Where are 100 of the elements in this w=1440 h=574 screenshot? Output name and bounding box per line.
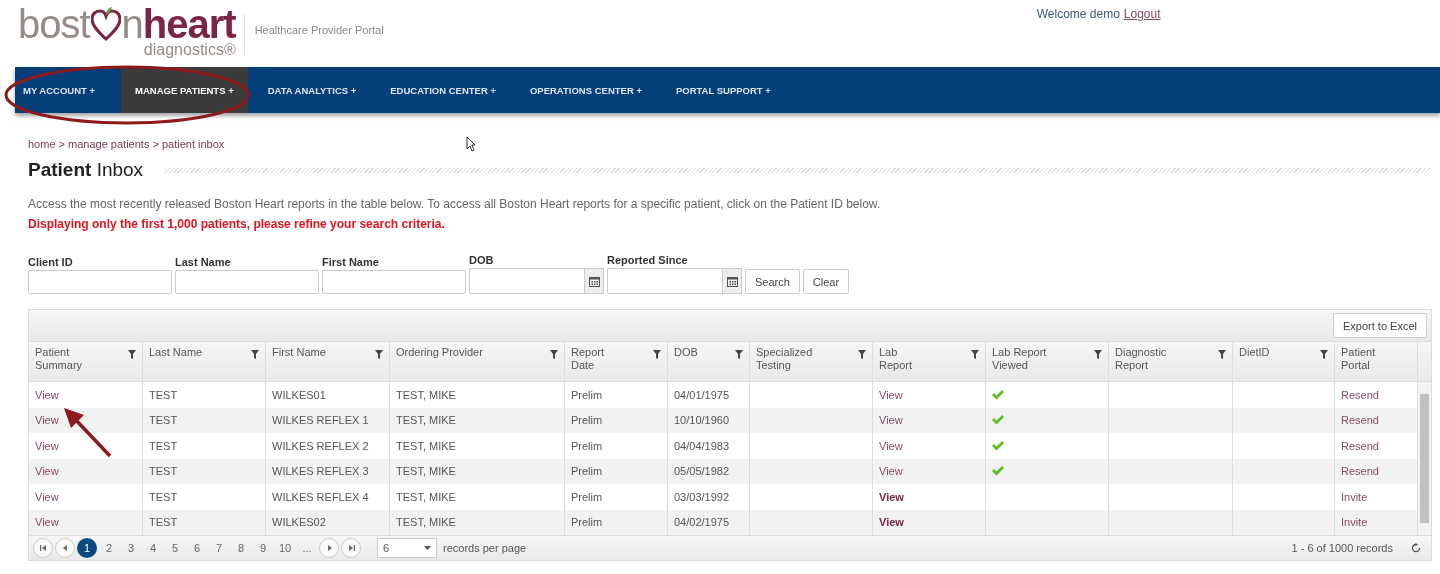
portal-link[interactable]: Resend: [1341, 439, 1379, 452]
column-header[interactable]: Patient Portal: [1335, 342, 1418, 381]
calendar-button[interactable]: [722, 268, 742, 294]
table-cell: WILKES02: [272, 516, 326, 529]
filter-icon[interactable]: [251, 350, 259, 359]
calendar-icon[interactable]: [726, 275, 738, 287]
column-header[interactable]: Specialized Testing: [750, 342, 873, 381]
view-link[interactable]: View: [35, 465, 59, 478]
last-page-button[interactable]: [341, 538, 361, 558]
column-header[interactable]: Ordering Provider: [390, 342, 565, 381]
nav-tab[interactable]: DATA ANALYTICS +: [259, 67, 371, 113]
view-link[interactable]: View: [879, 388, 903, 401]
export-button[interactable]: Export to Excel: [1333, 313, 1427, 338]
table-cell: TEST: [149, 414, 178, 427]
portal-link[interactable]: Invite: [1341, 516, 1368, 529]
nav-tab[interactable]: MY ACCOUNT +: [15, 67, 110, 113]
table-cell: 04/02/1975: [674, 516, 730, 529]
input-field[interactable]: [322, 270, 466, 294]
logout-link[interactable]: Logout: [1123, 7, 1161, 21]
last-page-icon[interactable]: [347, 545, 355, 551]
intro-text: Access the most recently released Boston Heart reports in the table below. To access all Boston Heart reports for a specific patient, click on the Patient ID below.: [28, 197, 882, 211]
view-link[interactable]: View: [879, 516, 904, 529]
filter-icon[interactable]: [375, 350, 383, 359]
column-header[interactable]: Last Name: [143, 342, 266, 381]
table-cell: 04/01/1975: [674, 388, 730, 401]
view-link[interactable]: View: [35, 516, 59, 529]
portal-link[interactable]: Invite: [1341, 490, 1368, 503]
page-button[interactable]: 7: [209, 538, 229, 558]
view-link[interactable]: View: [879, 439, 903, 452]
filter-icon[interactable]: [1218, 350, 1226, 359]
caret-icon[interactable]: [424, 546, 431, 550]
column-header[interactable]: Patient Summary: [29, 342, 143, 381]
column-header[interactable]: DietID: [1233, 342, 1335, 381]
first-page-button[interactable]: [33, 538, 53, 558]
filter-icon[interactable]: [128, 350, 136, 359]
view-link[interactable]: View: [35, 414, 59, 427]
table-cell: TEST, MIKE: [396, 516, 456, 529]
filter-icon[interactable]: [550, 350, 558, 359]
input-field[interactable]: [175, 270, 319, 294]
table-cell: WILKES01: [272, 388, 326, 401]
calendar-button[interactable]: [584, 268, 604, 294]
scrollbar[interactable]: [1418, 382, 1431, 535]
calendar-icon[interactable]: [588, 275, 600, 287]
page-button[interactable]: 8: [231, 538, 251, 558]
nav-tab[interactable]: OPERATIONS CENTER +: [521, 67, 656, 113]
page-button[interactable]: 4: [143, 538, 163, 558]
more-pages-button[interactable]: ...: [297, 538, 317, 558]
checkmark-icon: [992, 389, 1004, 400]
input-field[interactable]: [28, 270, 172, 294]
page-button[interactable]: 2: [99, 538, 119, 558]
view-link[interactable]: View: [879, 465, 903, 478]
page-button[interactable]: 10: [275, 538, 295, 558]
action-button[interactable]: Search: [745, 269, 800, 294]
next-page-button[interactable]: [319, 538, 339, 558]
nav-tab[interactable]: EDUCATION CENTER +: [382, 67, 510, 113]
page-button[interactable]: 5: [165, 538, 185, 558]
page-button[interactable]: 6: [187, 538, 207, 558]
date-field[interactable]: [607, 268, 722, 294]
table-cell: Prelim: [571, 439, 603, 452]
table-cell: TEST: [149, 388, 178, 401]
portal-link[interactable]: Resend: [1341, 388, 1379, 401]
table-cell: WILKES REFLEX 3: [272, 465, 369, 478]
view-link[interactable]: View: [35, 388, 59, 401]
column-header[interactable]: Report Date: [565, 342, 668, 381]
filter-icon[interactable]: [735, 350, 743, 359]
nav-tab[interactable]: PORTAL SUPPORT +: [667, 67, 785, 113]
filter-icon[interactable]: [653, 350, 661, 359]
view-link[interactable]: View: [879, 490, 904, 503]
filter-icon[interactable]: [1320, 350, 1328, 359]
column-header[interactable]: Diagnostic Report: [1109, 342, 1233, 381]
portal-link[interactable]: Resend: [1341, 465, 1379, 478]
filter-icon[interactable]: [971, 350, 979, 359]
nav-tab[interactable]: MANAGE PATIENTS +: [121, 67, 248, 113]
column-header[interactable]: Lab Report: [873, 342, 986, 381]
column-header[interactable]: First Name: [266, 342, 390, 381]
heart-logo-icon: [90, 7, 121, 41]
table-cell: Prelim: [571, 490, 603, 503]
column-header[interactable]: DOB: [668, 342, 750, 381]
portal-link[interactable]: Resend: [1341, 414, 1379, 427]
page-button[interactable]: 1: [77, 538, 97, 558]
view-link[interactable]: View: [35, 439, 59, 452]
column-header[interactable]: Lab Report Viewed: [986, 342, 1109, 381]
refresh-icon[interactable]: [1411, 543, 1421, 553]
previous-page-icon[interactable]: [62, 545, 68, 551]
date-field[interactable]: [469, 268, 584, 294]
annotation-arrow: [62, 406, 112, 458]
page-title: Patient Inbox: [28, 159, 144, 181]
action-button[interactable]: Clear: [802, 269, 850, 294]
page-button[interactable]: 9: [253, 538, 273, 558]
table-cell: TEST, MIKE: [396, 439, 456, 452]
filter-icon[interactable]: [858, 350, 866, 359]
table-cell: TEST, MIKE: [396, 465, 456, 478]
view-link[interactable]: View: [879, 414, 903, 427]
next-page-icon[interactable]: [326, 545, 332, 551]
page-button[interactable]: 3: [121, 538, 141, 558]
first-page-icon[interactable]: [39, 545, 47, 551]
filter-icon[interactable]: [1094, 350, 1102, 359]
view-link[interactable]: View: [35, 490, 59, 503]
page-size-dropdown[interactable]: 6: [377, 538, 437, 558]
previous-page-button[interactable]: [55, 538, 75, 558]
